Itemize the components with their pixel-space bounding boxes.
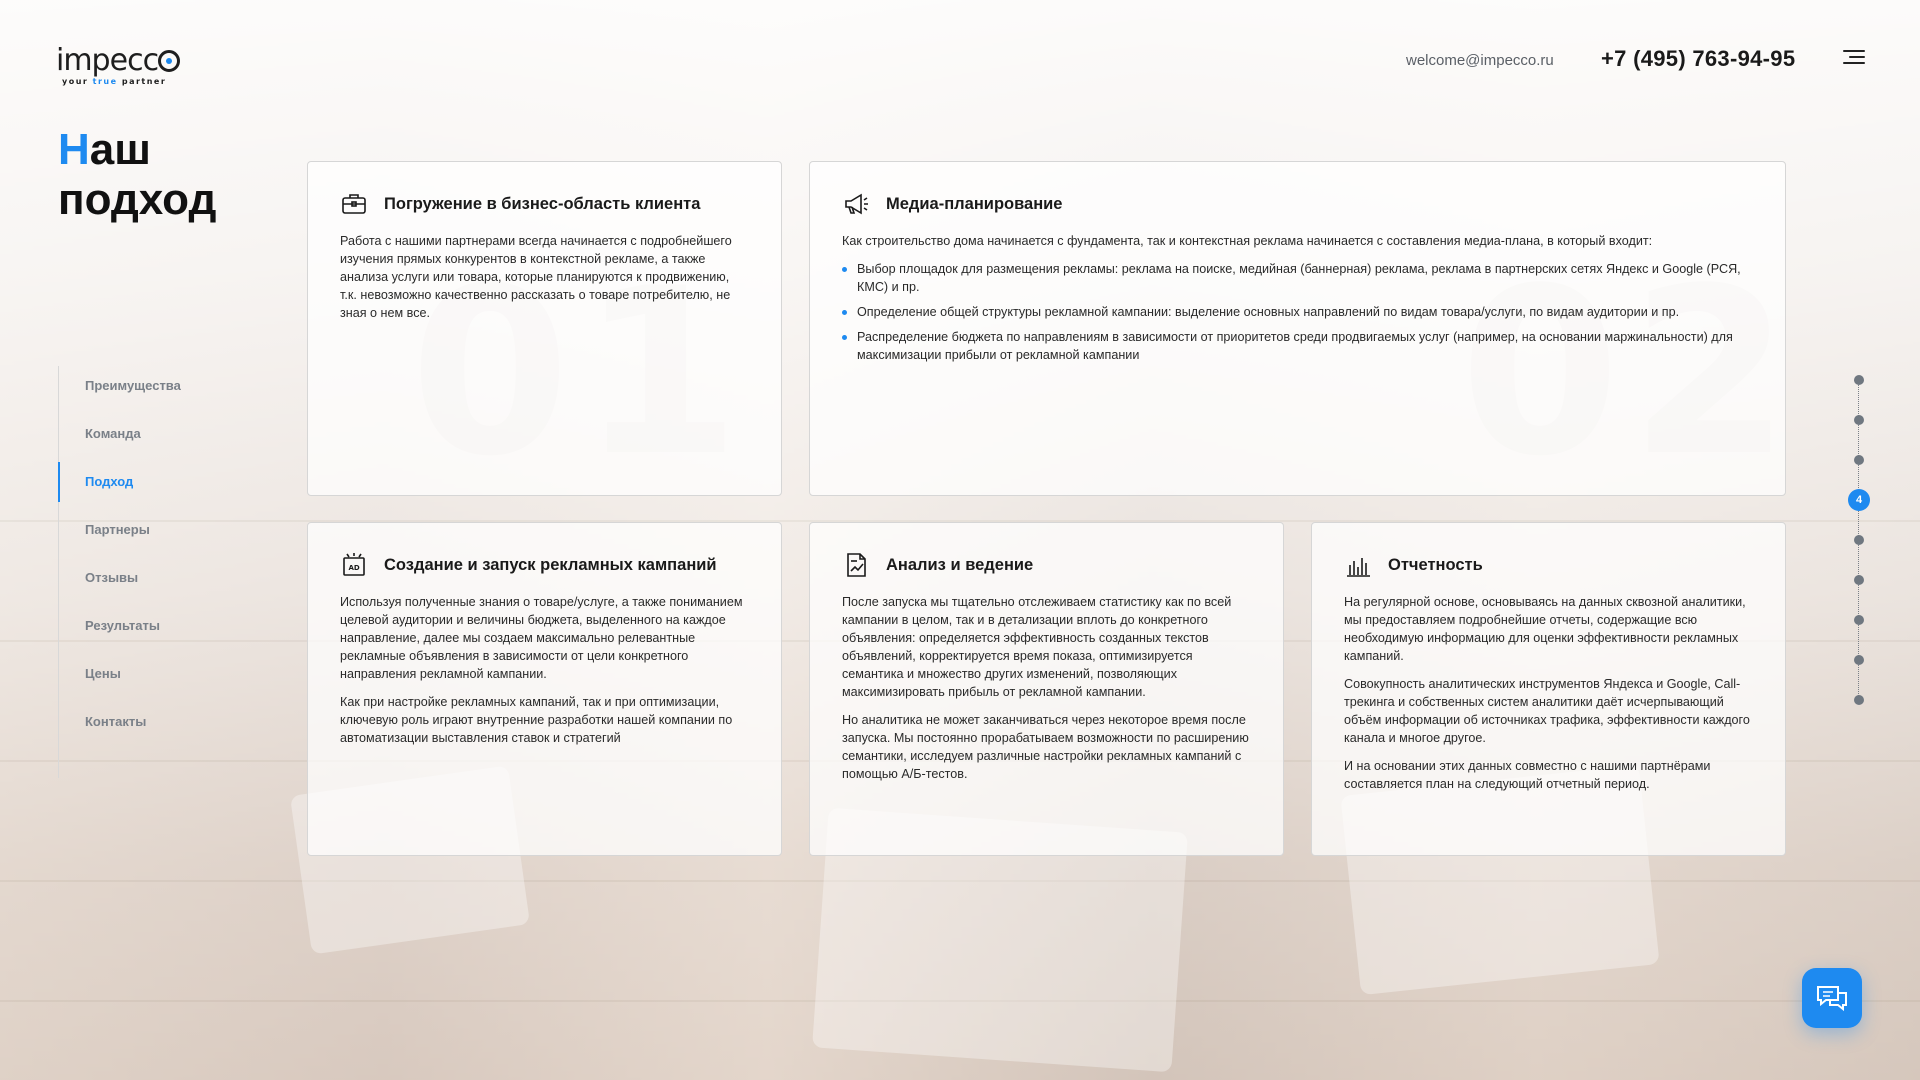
sidebar-item-contacts[interactable]: Контакты bbox=[59, 702, 258, 750]
list-item: Распределение бюджета по направлениям в … bbox=[842, 328, 1753, 364]
hamburger-icon[interactable] bbox=[1843, 50, 1865, 68]
card-title: Погружение в бизнес-область клиента bbox=[384, 194, 701, 213]
header-email-link[interactable]: welcome@impecco.ru bbox=[1406, 52, 1554, 69]
approach-card-campaign-launch: AD Создание и запуск рекламных кампаний … bbox=[307, 522, 782, 856]
card-text: Как строительство дома начинается с фунд… bbox=[842, 234, 1653, 248]
sidebar-item-approach[interactable]: Подход bbox=[58, 462, 258, 510]
card-text: Используя полученные знания о товаре/усл… bbox=[340, 595, 743, 681]
sidebar-item-partners[interactable]: Партнеры bbox=[59, 510, 258, 558]
pager-dot[interactable] bbox=[1854, 375, 1864, 385]
sidebar-item-prices[interactable]: Цены bbox=[59, 654, 258, 702]
card-title: Медиа-планирование bbox=[886, 194, 1063, 213]
pager-dot[interactable] bbox=[1854, 615, 1864, 625]
sidebar-item-reviews[interactable]: Отзывы bbox=[59, 558, 258, 606]
approach-card-media-planning: Медиа-планирование Как строительство дом… bbox=[809, 161, 1786, 496]
card-title: Отчетность bbox=[1388, 555, 1483, 574]
card-text: Совокупность аналитических инструментов … bbox=[1344, 677, 1750, 745]
pager-dot[interactable] bbox=[1854, 415, 1864, 425]
sidebar-item-advantages[interactable]: Преимущества bbox=[59, 366, 258, 414]
briefcase-icon bbox=[342, 194, 366, 214]
approach-card-reporting: Отчетность На регулярной основе, основыв… bbox=[1311, 522, 1786, 856]
card-text: Работа с нашими партнерами всегда начина… bbox=[340, 234, 732, 320]
chat-button[interactable] bbox=[1802, 968, 1862, 1028]
svg-text:AD: AD bbox=[349, 564, 360, 572]
card-title: Анализ и ведение bbox=[886, 555, 1034, 574]
sidebar-item-results[interactable]: Результаты bbox=[59, 606, 258, 654]
pager-dot[interactable] bbox=[1854, 575, 1864, 585]
card-bullet-list: Выбор площадок для размещения рекламы: р… bbox=[842, 260, 1753, 364]
logo-tagline: your true partner bbox=[62, 77, 167, 86]
page-title: Наш подход bbox=[58, 125, 217, 224]
chat-icon bbox=[1817, 986, 1847, 1012]
analytics-document-icon bbox=[847, 553, 866, 577]
approach-card-immersion: Погружение в бизнес-область клиента Рабо… bbox=[307, 161, 782, 496]
card-text: На регулярной основе, основываясь на дан… bbox=[1344, 595, 1746, 663]
bar-chart-icon bbox=[1347, 558, 1370, 577]
pager-dot[interactable] bbox=[1854, 655, 1864, 665]
pager-dot[interactable] bbox=[1854, 695, 1864, 705]
pager-dot[interactable] bbox=[1854, 535, 1864, 545]
ad-icon: AD bbox=[343, 553, 365, 576]
card-text: Как при настройке рекламных кампаний, та… bbox=[340, 695, 733, 745]
logo[interactable]: impecc your true partner bbox=[56, 46, 186, 86]
sidebar-item-team[interactable]: Команда bbox=[59, 414, 258, 462]
approach-card-analysis: Анализ и ведение После запуска мы тщател… bbox=[809, 522, 1284, 856]
header-phone-link[interactable]: +7 (495) 763-94-95 bbox=[1601, 46, 1795, 72]
card-text: Но аналитика не может заканчиваться чере… bbox=[842, 713, 1249, 781]
card-title: Создание и запуск рекламных кампаний bbox=[384, 555, 717, 574]
list-item: Выбор площадок для размещения рекламы: р… bbox=[842, 260, 1753, 296]
section-nav: Преимущества Команда Подход Партнеры Отз… bbox=[58, 366, 258, 778]
logo-wordmark: impecc bbox=[56, 46, 186, 76]
megaphone-icon bbox=[845, 193, 868, 215]
pager-dot-active[interactable]: 4 bbox=[1848, 489, 1870, 511]
section-pager: 4 bbox=[1848, 370, 1870, 710]
card-text: И на основании этих данных совместно с н… bbox=[1344, 759, 1711, 791]
card-text: После запуска мы тщательно отслеживаем с… bbox=[842, 595, 1232, 699]
list-item: Определение общей структуры рекламной ка… bbox=[842, 303, 1753, 321]
pager-dot[interactable] bbox=[1854, 455, 1864, 465]
